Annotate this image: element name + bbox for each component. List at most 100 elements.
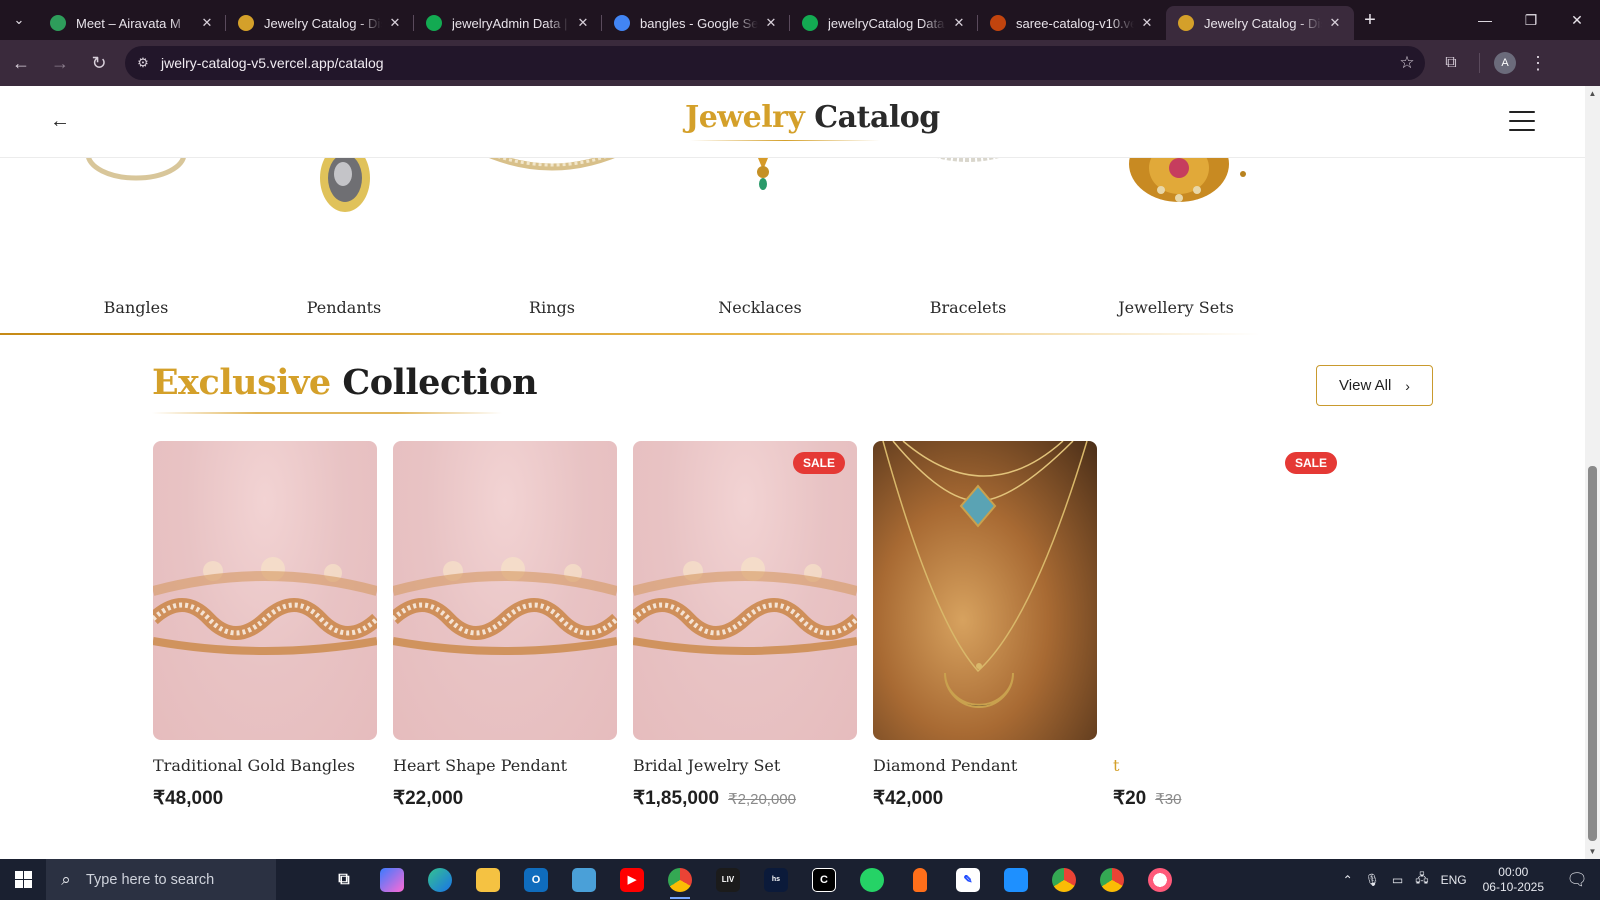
address-bar[interactable]: ⚙ jwelry-catalog-v5.vercel.app/catalog ☆	[125, 46, 1425, 80]
task-view-icon[interactable]: ⧉	[320, 859, 368, 900]
browser-tab[interactable]: saree-catalog-v10.verc✕	[978, 6, 1166, 40]
product-name[interactable]: Heart Shape Pendant	[393, 756, 617, 775]
category-bracelets[interactable]: Bracelets	[883, 143, 1053, 317]
minimize-icon[interactable]: —	[1462, 0, 1508, 40]
product-image[interactable]	[153, 441, 377, 740]
close-tab-icon[interactable]: ✕	[198, 15, 216, 31]
close-tab-icon[interactable]: ✕	[386, 15, 404, 31]
close-tab-icon[interactable]: ✕	[574, 15, 592, 31]
browser-tab[interactable]: jewelryCatalog Data | C✕	[790, 6, 978, 40]
category-image	[467, 144, 637, 266]
close-tab-icon[interactable]: ✕	[762, 15, 780, 31]
taskbar-search-placeholder: Type here to search	[86, 871, 215, 888]
close-tab-icon[interactable]: ✕	[1138, 15, 1156, 31]
product-name[interactable]: Bridal Jewelry Set	[633, 756, 857, 775]
category-image	[1091, 126, 1261, 266]
sale-badge: SALE	[792, 452, 845, 474]
product-card[interactable]: Traditional Gold Bangles ₹48,000	[153, 441, 377, 810]
category-label: Jewellery Sets	[1118, 298, 1234, 317]
sonyliv-icon[interactable]: LIV	[704, 859, 752, 900]
copilot-icon[interactable]	[368, 859, 416, 900]
bookmark-star-icon[interactable]: ☆	[1389, 53, 1425, 73]
site-settings-icon[interactable]: ⚙	[125, 55, 161, 71]
youtube-icon[interactable]: ▶	[608, 859, 656, 900]
category-jewellery-sets[interactable]: Jewellery Sets	[1091, 126, 1261, 317]
reload-icon[interactable]: ↻	[81, 45, 117, 81]
back-icon[interactable]: ←	[3, 45, 39, 81]
taskbar-search-box[interactable]: ⌕ Type here to search	[46, 859, 276, 900]
hotstar-icon[interactable]: hs	[752, 859, 800, 900]
tab-search-chevron-icon[interactable]: ⌄	[0, 0, 38, 40]
new-tab-button[interactable]: +	[1354, 0, 1386, 40]
browser-tab[interactable]: Jewelry Catalog - Disco✕	[1166, 6, 1354, 40]
close-tab-icon[interactable]: ✕	[1326, 15, 1344, 31]
browser-tab-title: bangles - Google Sear	[640, 15, 758, 31]
browser-tab[interactable]: Meet – Airavata M ✕	[38, 6, 226, 40]
product-card[interactable]: Heart Shape Pendant ₹22,000	[393, 441, 617, 810]
product-image[interactable]	[393, 441, 617, 740]
chrome-profile-s-icon[interactable]	[1040, 859, 1088, 900]
chrome-icon[interactable]	[656, 859, 704, 900]
control-panel-icon[interactable]	[560, 859, 608, 900]
network-icon[interactable]: 🖧	[1409, 869, 1434, 890]
weather-icon[interactable]	[1136, 859, 1184, 900]
page-scrollbar[interactable]: ▲ ▼	[1585, 86, 1600, 859]
category-bangles[interactable]: Bangles	[51, 127, 221, 317]
product-name[interactable]: t	[1113, 756, 1337, 775]
edge-icon[interactable]	[416, 859, 464, 900]
browser-tab[interactable]: Jewelry Catalog - Disco✕	[226, 6, 414, 40]
scroll-down-icon[interactable]: ▼	[1588, 847, 1597, 856]
display-icon[interactable]: ▭	[1386, 873, 1409, 887]
category-label: Bangles	[103, 298, 169, 317]
forward-icon[interactable]: →	[42, 45, 78, 81]
language-indicator[interactable]: ENG	[1435, 873, 1473, 887]
jewelry-catalog-favicon	[238, 15, 254, 31]
scrollbar-thumb[interactable]	[1588, 466, 1597, 841]
file-explorer-icon[interactable]	[464, 859, 512, 900]
windows-start-icon[interactable]	[0, 859, 46, 900]
profile-avatar[interactable]: A	[1494, 52, 1516, 74]
close-tab-icon[interactable]: ✕	[950, 15, 968, 31]
browser-tab-title: Meet – Airavata M	[76, 15, 181, 31]
close-window-icon[interactable]: ✕	[1554, 0, 1600, 40]
notification-icon[interactable]: 🗨	[1554, 870, 1600, 890]
capcut-icon[interactable]: C	[800, 859, 848, 900]
url-text[interactable]: jwelry-catalog-v5.vercel.app/catalog	[161, 55, 1389, 71]
back-arrow-icon[interactable]: ←	[50, 110, 70, 133]
browser-tab[interactable]: bangles - Google Sear ✕	[602, 6, 790, 40]
page-viewport: ← Jewelry Catalog Bangles Pendants Rings…	[0, 86, 1585, 859]
product-image[interactable]	[873, 441, 1097, 740]
show-hidden-icons-icon[interactable]: ⌃	[1337, 873, 1359, 887]
view-all-button[interactable]: View All ›	[1316, 365, 1433, 406]
product-image[interactable]: SALE	[633, 441, 857, 740]
snipping-tool-icon[interactable]	[992, 859, 1040, 900]
product-name[interactable]: Traditional Gold Bangles	[153, 756, 377, 775]
browser-tab-title: saree-catalog-v10.verc	[1016, 15, 1134, 31]
outlook-icon[interactable]: O	[512, 859, 560, 900]
product-old-price: ₹30	[1155, 791, 1182, 808]
whatsapp-icon[interactable]	[848, 859, 896, 900]
product-card[interactable]: SALE Bridal Jewelry Set ₹1,85,000 ₹2,20,…	[633, 441, 857, 810]
category-necklaces[interactable]: Necklaces	[675, 146, 845, 317]
paint-icon[interactable]: ✎	[944, 859, 992, 900]
hamburger-menu-icon[interactable]	[1509, 111, 1535, 131]
site-header: ← Jewelry Catalog	[0, 86, 1585, 158]
chrome-profile-a-icon[interactable]	[1088, 859, 1136, 900]
category-rings[interactable]: Rings	[467, 144, 637, 317]
extensions-icon[interactable]: ⧉	[1431, 54, 1471, 72]
product-card[interactable]: Diamond Pendant ₹42,000	[873, 441, 1097, 810]
product-name[interactable]: Diamond Pendant	[873, 756, 1097, 775]
restore-icon[interactable]: ❐	[1508, 0, 1554, 40]
clock[interactable]: 00:00 06-10-2025	[1473, 865, 1554, 895]
microphone-app-icon[interactable]	[896, 859, 944, 900]
browser-tab-title: Jewelry Catalog - Disco	[1204, 15, 1322, 31]
microphone-icon[interactable]: 🎙	[1359, 873, 1386, 887]
more-menu-icon[interactable]: ⋮	[1526, 53, 1550, 74]
scroll-up-icon[interactable]: ▲	[1588, 89, 1597, 98]
product-card[interactable]: SALE t ₹20 ₹30	[1113, 441, 1337, 810]
browser-tab[interactable]: jewelryAdmin Data | Cl✕	[414, 6, 602, 40]
product-image[interactable]: SALE	[1113, 441, 1337, 740]
google-meet-icon	[50, 15, 66, 31]
category-pendants[interactable]: Pendants	[259, 144, 429, 317]
site-logo[interactable]: Jewelry Catalog	[685, 100, 940, 135]
